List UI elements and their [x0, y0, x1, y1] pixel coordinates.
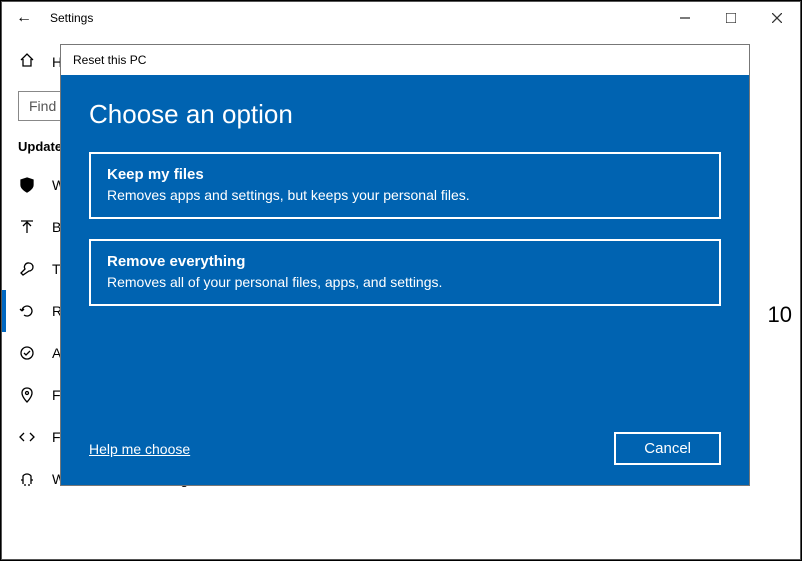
titlebar: ← Settings [2, 2, 800, 34]
option-title: Remove everything [107, 253, 703, 270]
window-title: Settings [38, 11, 93, 25]
option-description: Removes all of your personal files, apps… [107, 274, 703, 290]
code-icon [18, 428, 36, 446]
recovery-icon [18, 302, 36, 320]
location-icon [18, 386, 36, 404]
option-remove-everything[interactable]: Remove everything Removes all of your pe… [89, 239, 721, 306]
minimize-button[interactable] [662, 2, 708, 34]
option-description: Removes apps and settings, but keeps you… [107, 187, 703, 203]
reset-pc-dialog: Reset this PC Choose an option Keep my f… [60, 44, 750, 486]
dialog-title: Reset this PC [61, 45, 749, 75]
dialog-heading: Choose an option [89, 99, 721, 130]
option-title: Keep my files [107, 166, 703, 183]
insider-icon [18, 470, 36, 488]
option-keep-my-files[interactable]: Keep my files Removes apps and settings,… [89, 152, 721, 219]
close-button[interactable] [754, 2, 800, 34]
cancel-button[interactable]: Cancel [614, 432, 721, 465]
shield-icon [18, 176, 36, 194]
partial-text: 10 [768, 302, 792, 328]
help-me-choose-link[interactable]: Help me choose [89, 441, 190, 457]
wrench-icon [18, 260, 36, 278]
upload-icon [18, 218, 36, 236]
maximize-button[interactable] [708, 2, 754, 34]
home-icon [18, 52, 36, 71]
check-circle-icon [18, 344, 36, 362]
back-button[interactable]: ← [10, 9, 38, 27]
